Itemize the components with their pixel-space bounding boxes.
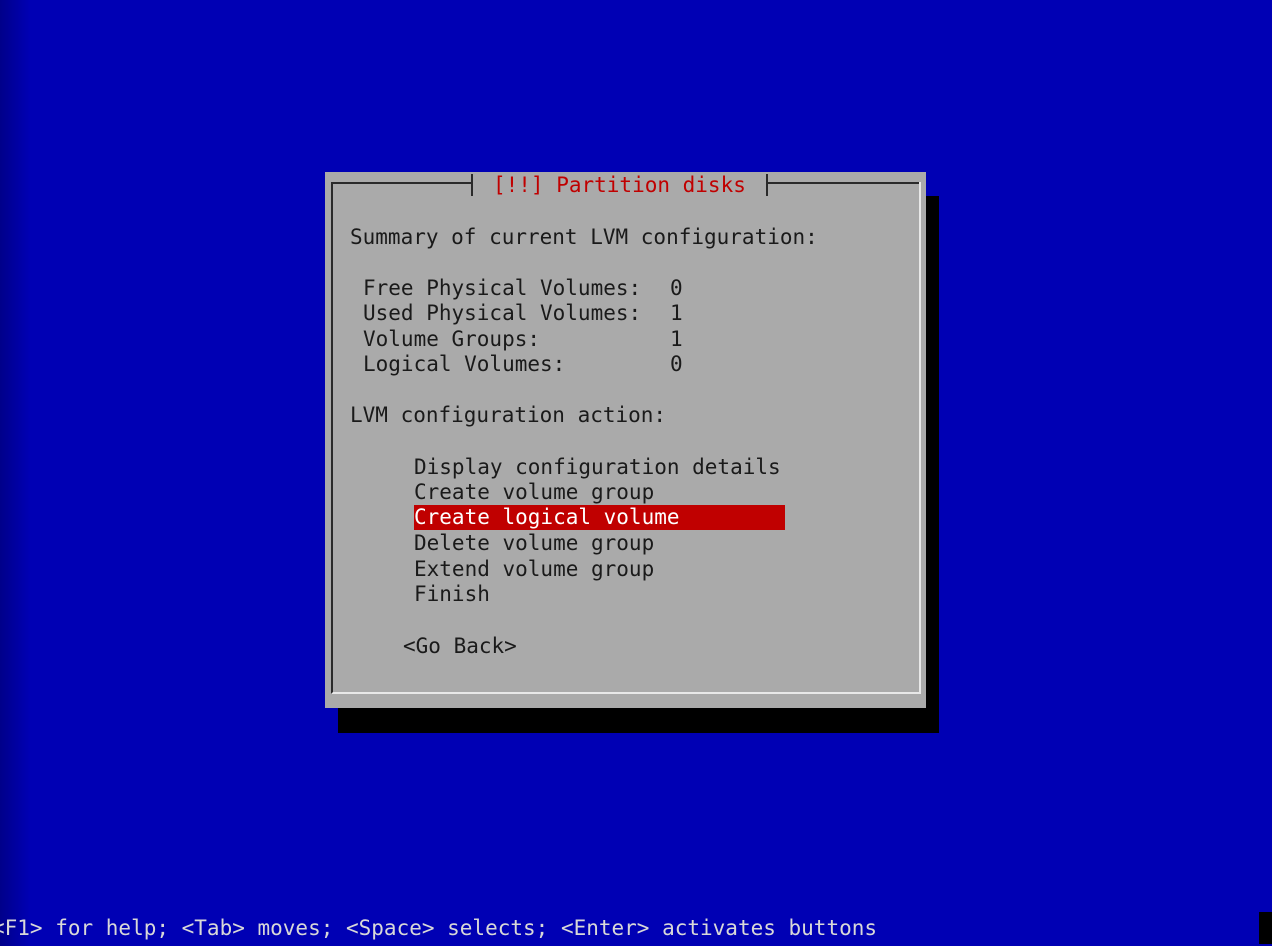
dialog-frame — [331, 182, 921, 694]
dialog-title: [!!] Partition disks — [493, 173, 746, 197]
title-bracket-right — [765, 174, 768, 196]
stat-label-volume-groups: Volume Groups: — [363, 327, 541, 351]
stat-value-logical-volumes: 0 — [670, 352, 683, 376]
dialog-frame-top-right — [767, 182, 919, 184]
stat-label-logical-volumes: Logical Volumes: — [363, 352, 566, 376]
menu-item-finish[interactable]: Finish — [414, 582, 785, 607]
stat-label-free-pv: Free Physical Volumes: — [363, 276, 642, 300]
dialog-frame-top-left — [331, 182, 473, 184]
menu-item-display-configuration-details[interactable]: Display configuration details — [414, 455, 785, 480]
screen-edge-shade — [0, 0, 30, 946]
stat-value-used-pv: 1 — [670, 301, 683, 325]
go-back-button[interactable]: <Go Back> — [403, 634, 517, 659]
summary-heading: Summary of current LVM configuration: — [350, 225, 818, 249]
menu-item-create-logical-volume[interactable]: Create logical volume — [414, 505, 785, 530]
action-heading: LVM configuration action: — [350, 403, 667, 427]
stat-value-volume-groups: 1 — [670, 327, 683, 351]
partition-disks-dialog: [!!] Partition disks Summary of current … — [325, 172, 926, 708]
dialog-title-bar: [!!] Partition disks — [471, 172, 768, 198]
help-status-bar: <F1> for help; <Tab> moves; <Space> sele… — [0, 916, 878, 940]
stat-label-used-pv: Used Physical Volumes: — [363, 301, 642, 325]
stat-value-free-pv: 0 — [670, 276, 683, 300]
menu-item-create-volume-group[interactable]: Create volume group — [414, 480, 785, 505]
menu-item-extend-volume-group[interactable]: Extend volume group — [414, 557, 785, 582]
menu-item-delete-volume-group[interactable]: Delete volume group — [414, 531, 785, 556]
terminal-cursor — [1259, 912, 1272, 944]
